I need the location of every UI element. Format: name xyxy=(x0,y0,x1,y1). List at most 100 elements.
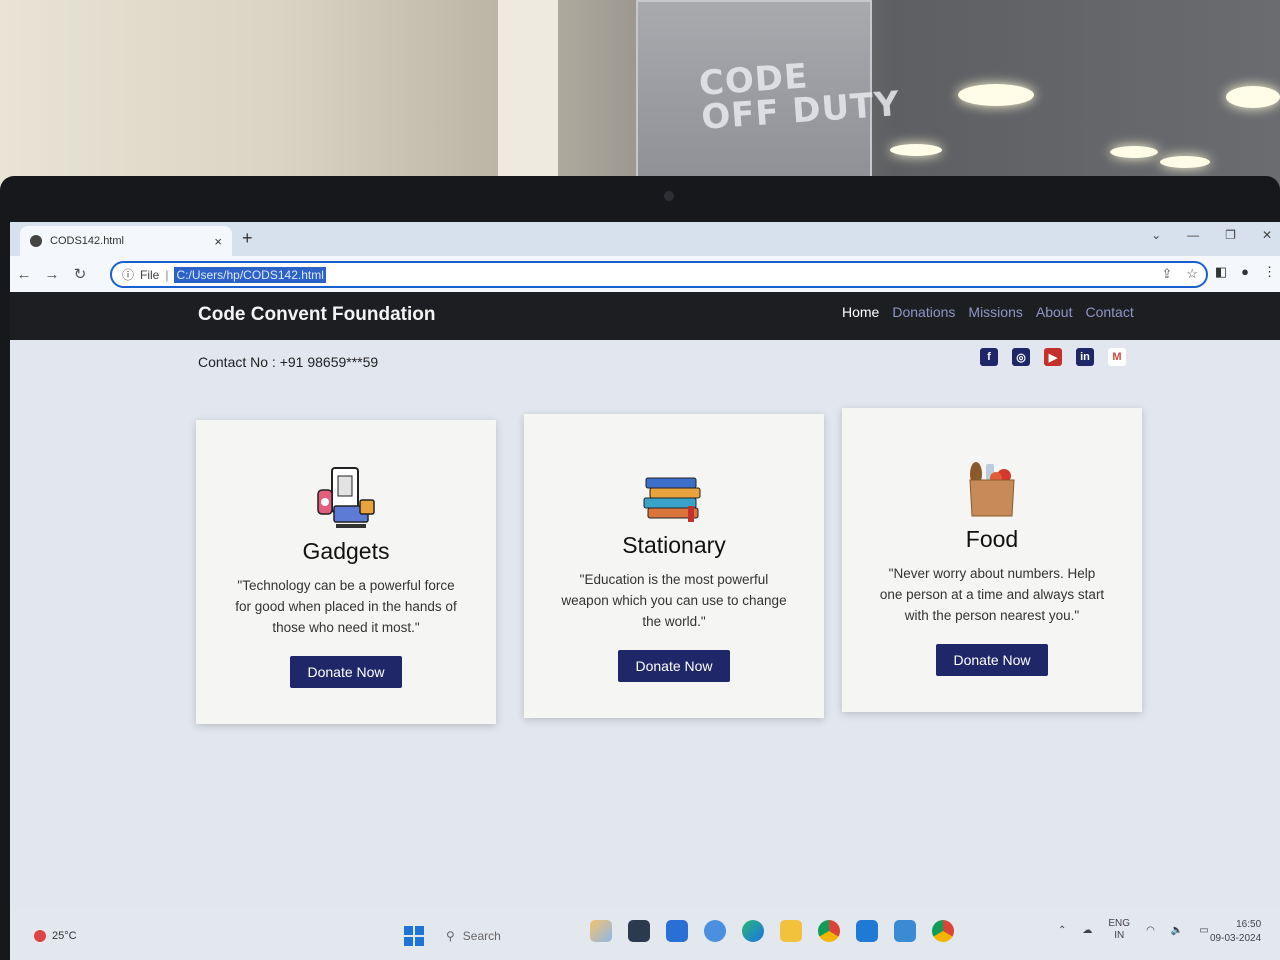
weather-icon xyxy=(34,930,46,942)
address-url[interactable]: C:/Users/hp/CODS142.html xyxy=(174,266,326,283)
reload-icon[interactable]: ↻ xyxy=(66,265,94,283)
books-icon-wrap xyxy=(524,454,824,524)
facebook-icon[interactable]: f xyxy=(980,348,998,366)
window-controls: ⌄ — ❐ ✕ xyxy=(1151,228,1272,242)
close-tab-icon[interactable]: × xyxy=(214,234,222,249)
search-placeholder: Search xyxy=(462,929,501,943)
minimize-icon[interactable]: — xyxy=(1187,228,1199,242)
donate-now-button[interactable]: Donate Now xyxy=(936,644,1048,676)
browser-tab-bar: CODS142.html × + ⌄ — ❐ ✕ xyxy=(10,222,1280,256)
clock-time: 16:50 xyxy=(1236,919,1262,930)
vscode-app-icon[interactable] xyxy=(856,920,878,942)
close-window-icon[interactable]: ✕ xyxy=(1262,228,1272,242)
chrome-profile-app-icon[interactable] xyxy=(932,920,954,942)
new-tab-button[interactable]: + xyxy=(242,228,253,249)
windows-taskbar: 25°C ⚲ Search ⌃ ☁ ENG IN ◠ 🔈 ▭ 16:50 09-… xyxy=(10,906,1280,960)
donate-now-button[interactable]: Donate Now xyxy=(290,656,402,688)
windows-logo-icon xyxy=(415,937,424,946)
webcam xyxy=(664,191,674,201)
toolbar-actions: ◧ ● ⋮ xyxy=(1215,264,1276,280)
instagram-icon[interactable]: ◎ xyxy=(1012,348,1030,366)
tab-title: CODS142.html xyxy=(50,235,124,247)
paint-app-icon[interactable] xyxy=(894,920,916,942)
site-brand[interactable]: Code Convent Foundation xyxy=(198,304,435,326)
nav-home[interactable]: Home xyxy=(842,304,879,320)
taskbar-clock[interactable]: 16:50 09-03-2024 xyxy=(1210,918,1261,946)
weather-temp: 25°C xyxy=(52,930,77,942)
share-icon[interactable]: ⇪ xyxy=(1161,266,1172,282)
room-pillar xyxy=(498,0,558,190)
nav-missions[interactable]: Missions xyxy=(968,304,1022,320)
task-view-icon[interactable] xyxy=(628,920,650,942)
ceiling-light xyxy=(890,144,942,156)
forward-icon[interactable]: → xyxy=(38,266,66,283)
region-code: IN xyxy=(1114,930,1125,941)
card-title: Food xyxy=(965,526,1019,552)
youtube-icon[interactable]: ▶ xyxy=(1044,348,1062,366)
taskbar-search[interactable]: ⚲ Search xyxy=(446,924,576,948)
language-code: ENG xyxy=(1108,918,1131,929)
windows-logo-icon xyxy=(415,926,424,935)
info-icon[interactable]: ⓘ xyxy=(122,266,134,283)
browser-tab[interactable]: CODS142.html × xyxy=(20,226,232,256)
grocery-bag-icon xyxy=(969,462,1015,517)
gadgets-icon xyxy=(317,467,375,528)
nav-donations[interactable]: Donations xyxy=(892,304,955,320)
menu-kebab-icon[interactable]: ⋮ xyxy=(1263,264,1276,280)
projector-text: CODE OFF DUTY xyxy=(698,53,902,137)
address-separator: | xyxy=(165,267,169,282)
grocery-bag-icon-wrap xyxy=(842,448,1142,518)
tray-overflow-icon[interactable]: ⌃ xyxy=(1058,925,1066,936)
gmail-icon[interactable]: M xyxy=(1108,348,1126,366)
weather-widget[interactable]: 25°C xyxy=(34,930,77,942)
volume-muted-icon[interactable]: 🔈 xyxy=(1171,925,1183,936)
donate-now-button[interactable]: Donate Now xyxy=(618,650,730,682)
linkedin-icon[interactable]: in xyxy=(1076,348,1094,366)
widgets-app-icon[interactable] xyxy=(590,920,612,942)
wifi-icon[interactable]: ◠ xyxy=(1146,925,1155,936)
back-icon[interactable]: ← xyxy=(10,266,38,283)
profile-avatar-icon[interactable]: ● xyxy=(1241,264,1249,280)
gadgets-icon-wrap xyxy=(196,460,496,530)
food-card: Food "Never worry about numbers. Help on… xyxy=(842,408,1142,712)
onedrive-app-icon[interactable] xyxy=(704,920,726,942)
battery-icon[interactable]: ▭ xyxy=(1199,925,1208,936)
tab-search-icon[interactable]: ⌄ xyxy=(1151,228,1161,242)
system-tray: ⌃ ☁ ENG IN ◠ 🔈 ▭ xyxy=(1058,918,1209,942)
donation-cards: Gadgets "Technology can be a powerful fo… xyxy=(196,408,1146,740)
side-panel-icon[interactable]: ◧ xyxy=(1215,264,1227,280)
address-bar[interactable]: ⓘ File | C:/Users/hp/CODS142.html ⇪ ☆ xyxy=(110,261,1208,288)
nav-about[interactable]: About xyxy=(1036,304,1073,320)
address-scheme-label: File xyxy=(140,267,160,282)
nav-contact[interactable]: Contact xyxy=(1085,304,1133,320)
edge-app-icon[interactable] xyxy=(742,920,764,942)
web-page: Code Convent Foundation Home Donations M… xyxy=(10,292,1280,960)
restore-icon[interactable]: ❐ xyxy=(1225,228,1236,242)
ceiling-light xyxy=(1226,86,1280,108)
card-title: Stationary xyxy=(622,532,726,558)
windows-logo-icon xyxy=(404,937,413,946)
browser-toolbar: ← → ↻ ⓘ File | C:/Users/hp/CODS142.html … xyxy=(10,256,1280,292)
onedrive-tray-icon[interactable]: ☁ xyxy=(1082,925,1092,936)
store-app-icon[interactable] xyxy=(666,920,688,942)
bookmark-star-icon[interactable]: ☆ xyxy=(1186,266,1198,282)
start-button[interactable] xyxy=(404,926,424,946)
file-explorer-icon[interactable] xyxy=(780,920,802,942)
stationary-card: Stationary "Education is the most powerf… xyxy=(524,414,824,718)
page-favicon-icon xyxy=(30,235,42,247)
ceiling-light xyxy=(1160,156,1210,168)
search-icon: ⚲ xyxy=(446,929,455,943)
books-icon xyxy=(643,477,701,522)
ceiling-light xyxy=(1110,146,1158,158)
gadgets-card: Gadgets "Technology can be a powerful fo… xyxy=(196,420,496,724)
card-quote: "Never worry about numbers. Help one per… xyxy=(879,566,1105,623)
taskbar-apps xyxy=(590,920,954,942)
ceiling-light xyxy=(958,84,1034,106)
language-indicator[interactable]: ENG IN xyxy=(1108,918,1130,942)
clock-date: 09-03-2024 xyxy=(1210,933,1262,944)
site-navbar: Code Convent Foundation Home Donations M… xyxy=(10,292,1280,340)
chrome-app-icon[interactable] xyxy=(818,920,840,942)
nav-links: Home Donations Missions About Contact xyxy=(842,304,1134,320)
card-quote: "Education is the most powerful weapon w… xyxy=(561,572,787,629)
windows-logo-icon xyxy=(404,926,413,935)
